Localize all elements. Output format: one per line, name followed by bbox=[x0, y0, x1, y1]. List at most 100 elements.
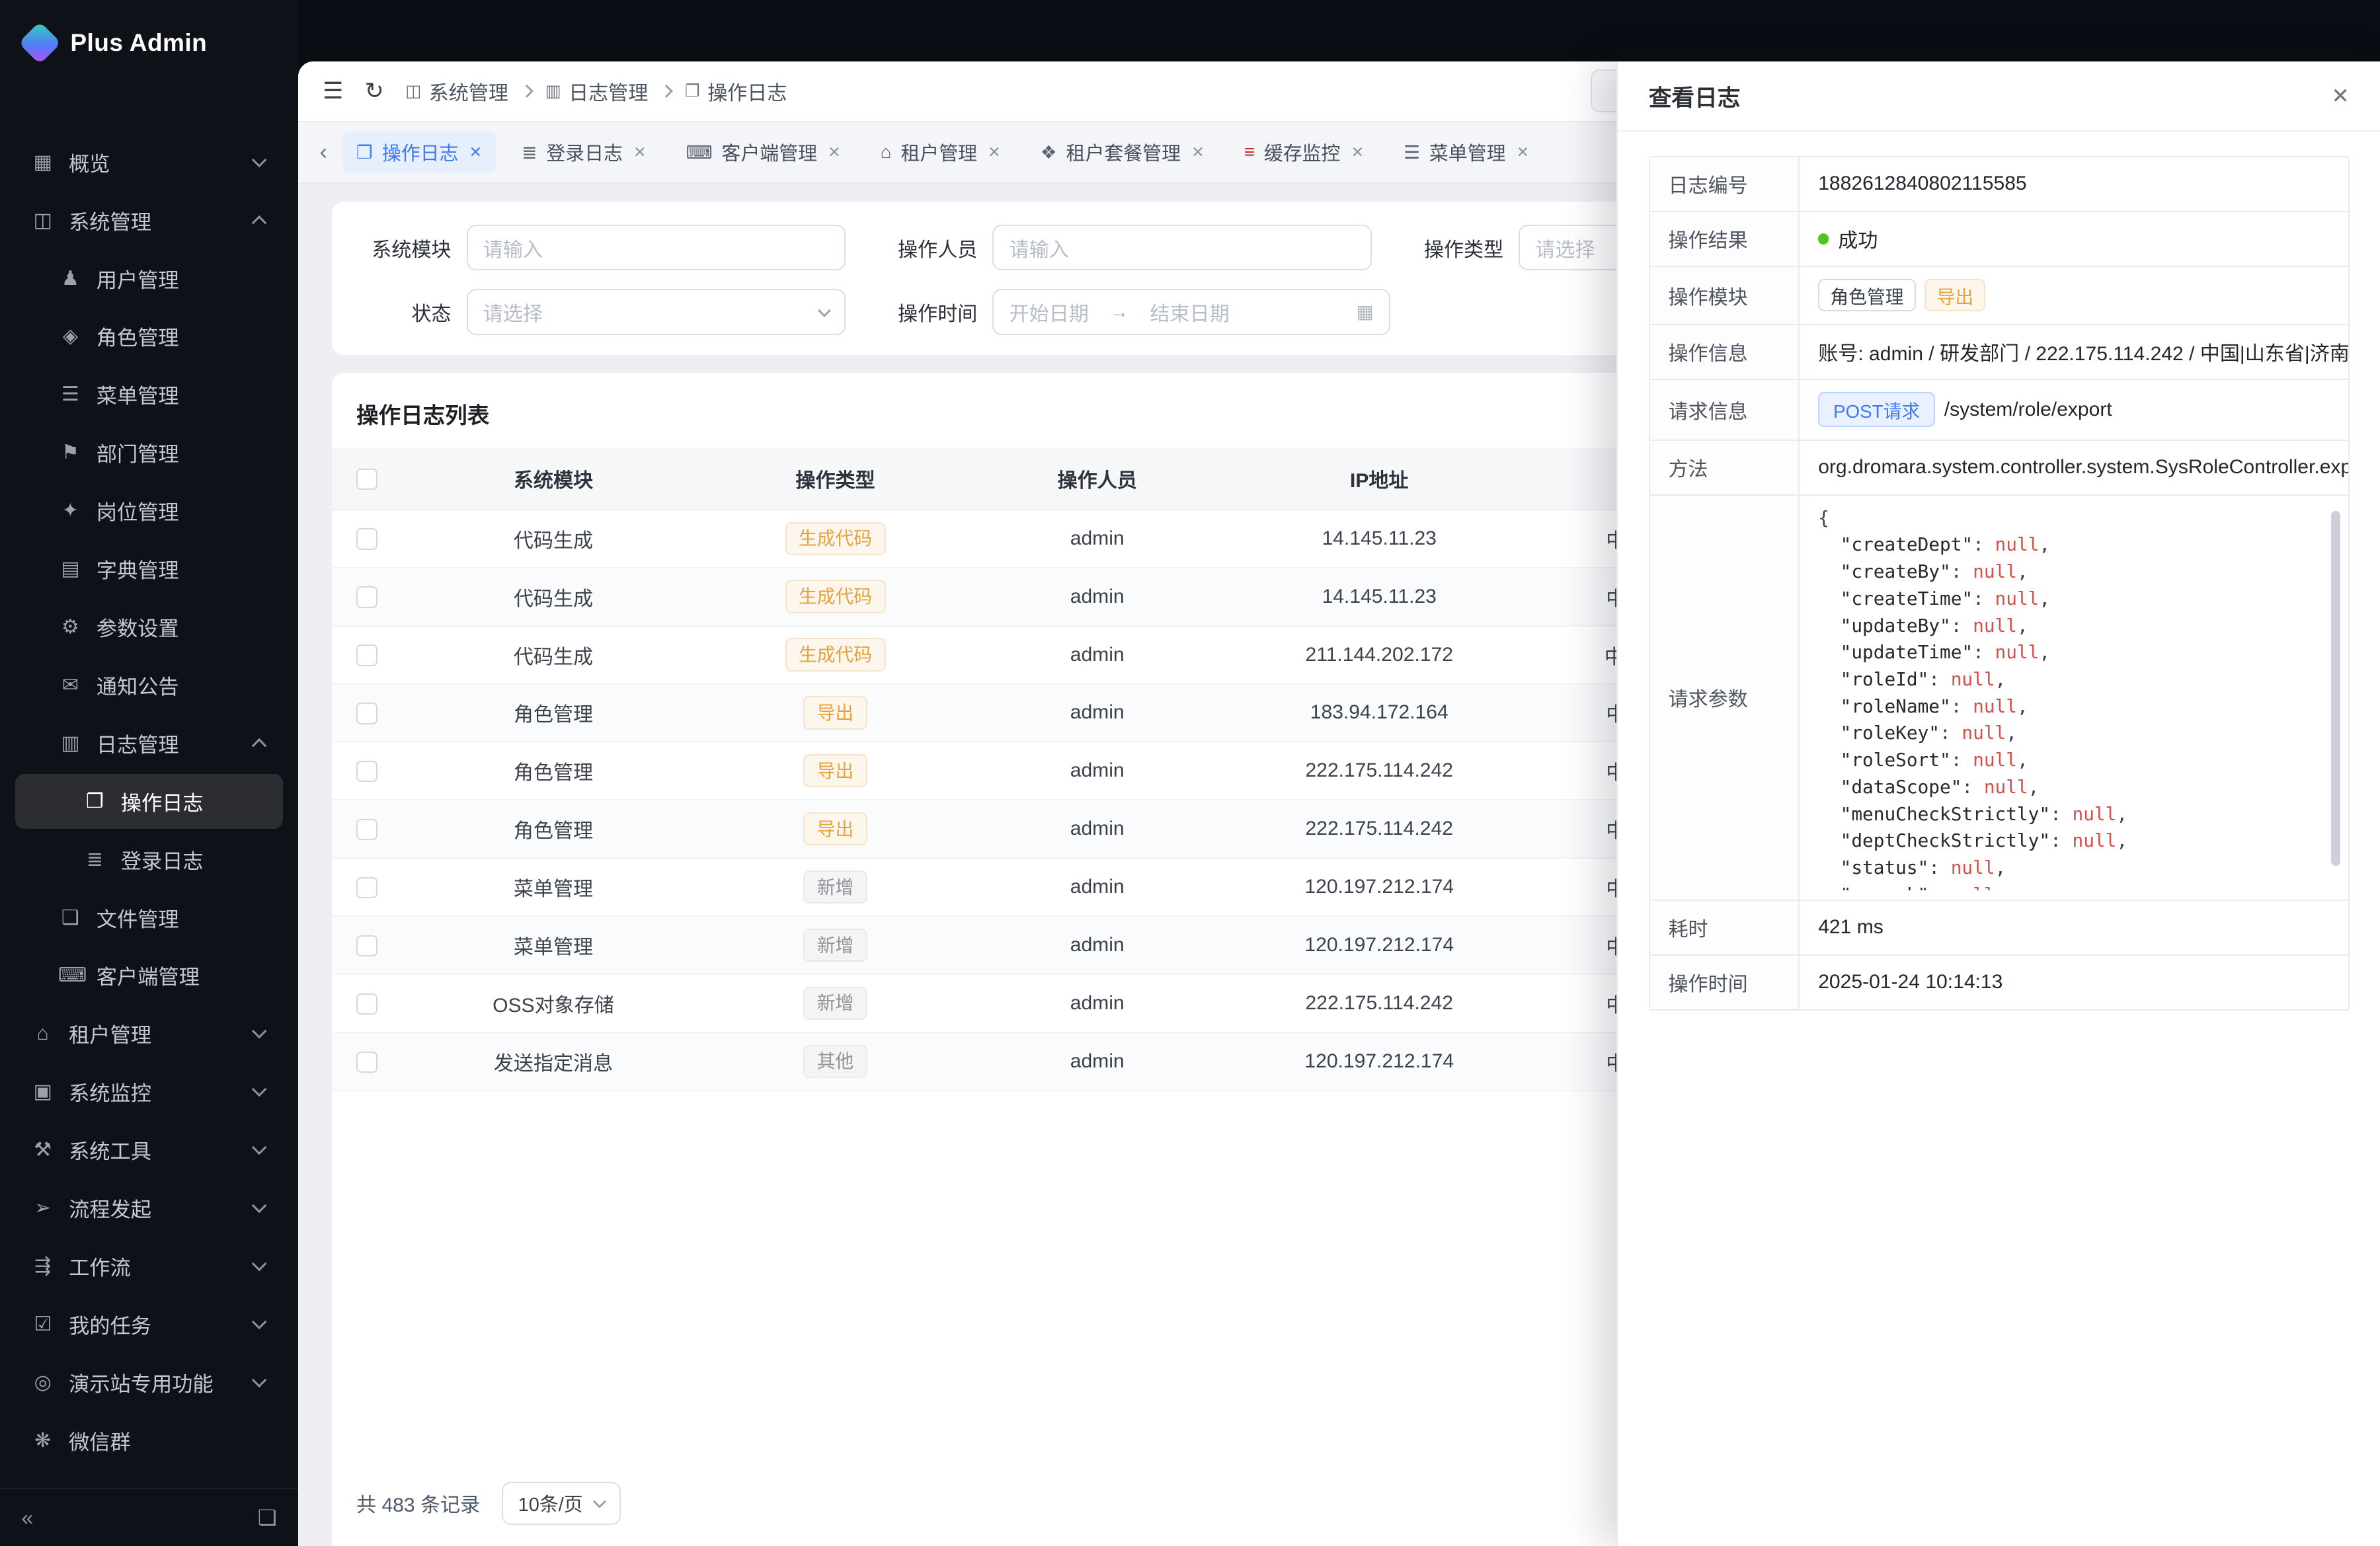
close-tab-icon[interactable]: ✕ bbox=[1351, 143, 1364, 161]
row-checkbox-cell bbox=[332, 568, 402, 626]
tab-tenant-package-management[interactable]: ❖租户套餐管理✕ bbox=[1027, 132, 1218, 173]
scrollbar-thumb[interactable] bbox=[2331, 511, 2340, 866]
chevron-down-icon bbox=[593, 1495, 606, 1508]
tabs-scroll-left-icon[interactable]: ‹ bbox=[317, 139, 331, 165]
cell-operator: admin bbox=[967, 568, 1228, 626]
column-header: 操作人员 bbox=[967, 448, 1228, 510]
tab-tenant-management[interactable]: ⌂租户管理✕ bbox=[867, 132, 1014, 173]
operation-type-label: 操作类型 bbox=[1409, 233, 1503, 262]
result-row: 操作结果 成功 bbox=[1650, 212, 2348, 267]
row-checkbox[interactable] bbox=[356, 1052, 377, 1073]
tab-menu-management[interactable]: ☰菜单管理✕ bbox=[1390, 132, 1543, 173]
sidebar-item-post-management[interactable]: ✦岗位管理 bbox=[15, 483, 283, 538]
status-select[interactable]: 请选择 bbox=[467, 289, 846, 334]
sidebar-item-menu-management[interactable]: ☰ 菜单管理 bbox=[15, 367, 283, 422]
tab-cache-monitor[interactable]: ≡缓存监控✕ bbox=[1230, 132, 1378, 173]
sidebar-item-dict-management[interactable]: ▤字典管理 bbox=[15, 541, 283, 596]
sidebar-item-notice[interactable]: ✉通知公告 bbox=[15, 658, 283, 713]
operation-time-range[interactable]: 开始日期 → 结束日期 ▦ bbox=[992, 289, 1390, 334]
tab-operation-log[interactable]: ❐操作日志✕ bbox=[342, 132, 496, 173]
sidebar-item-client-management[interactable]: ⌨客户端管理 bbox=[15, 948, 283, 1003]
sidebar-item-dept-management[interactable]: ⚑部门管理 bbox=[15, 425, 283, 480]
row-checkbox[interactable] bbox=[356, 586, 377, 607]
drawer-close-icon[interactable]: ✕ bbox=[2332, 83, 2350, 108]
system-module-input[interactable]: 请输入 bbox=[467, 225, 846, 270]
sidebar-item-overview[interactable]: ▦概览 bbox=[15, 135, 283, 190]
sidebar-item-label: 菜单管理 bbox=[97, 379, 268, 409]
close-tab-icon[interactable]: ✕ bbox=[1517, 143, 1529, 161]
collapse-sidebar-icon[interactable]: « bbox=[21, 1506, 33, 1530]
row-checkbox[interactable] bbox=[356, 935, 377, 956]
cell-system-module: OSS对象存储 bbox=[402, 974, 704, 1032]
gear-icon: ⚙ bbox=[58, 615, 83, 638]
breadcrumb-item-system-management[interactable]: ◫系统管理 bbox=[405, 77, 508, 106]
sidebar-footer: « ❏ bbox=[0, 1488, 298, 1546]
request-params-json[interactable]: { "createDept": null, "createBy": null, … bbox=[1818, 505, 2345, 890]
sidebar-item-role-management[interactable]: ◈角色管理 bbox=[15, 309, 283, 364]
user-icon: ♟ bbox=[58, 267, 83, 290]
sidebar-item-system-management[interactable]: ◫系统管理 bbox=[15, 193, 283, 248]
tab-label: 客户端管理 bbox=[722, 138, 818, 166]
row-checkbox[interactable] bbox=[356, 761, 377, 782]
close-tab-icon[interactable]: ✕ bbox=[469, 143, 482, 161]
breadcrumb-item-log-management[interactable]: ▥日志管理 bbox=[545, 77, 648, 106]
sidebar-item-log-management[interactable]: ▥日志管理 bbox=[15, 716, 283, 771]
sidebar-item-user-management[interactable]: ♟用户管理 bbox=[15, 251, 283, 305]
cell-system-module: 发送指定消息 bbox=[402, 1032, 704, 1091]
sidebar-item-process-start[interactable]: ➢流程发起 bbox=[15, 1180, 283, 1235]
sidebar-item-system-tools[interactable]: ⚒系统工具 bbox=[15, 1122, 283, 1177]
sidebar-item-demo-features[interactable]: ◎演示站专用功能 bbox=[15, 1355, 283, 1410]
close-tab-icon[interactable]: ✕ bbox=[988, 143, 1000, 161]
chevron-down-icon bbox=[252, 1140, 267, 1155]
menu-icon: ☰ bbox=[58, 383, 83, 406]
sidebar-item-system-monitor[interactable]: ▣系统监控 bbox=[15, 1064, 283, 1119]
row-checkbox[interactable] bbox=[356, 703, 377, 724]
refresh-icon[interactable]: ↻ bbox=[365, 78, 384, 104]
sidebar-item-tenant-management[interactable]: ⌂租户管理 bbox=[15, 1006, 283, 1061]
page-size-select[interactable]: 10条/页 bbox=[502, 1482, 621, 1525]
operator-input[interactable]: 请输入 bbox=[992, 225, 1372, 270]
layout-pin-icon[interactable]: ❏ bbox=[258, 1505, 277, 1530]
select-all-checkbox[interactable] bbox=[356, 469, 377, 490]
row-checkbox[interactable] bbox=[356, 644, 377, 666]
tab-login-log[interactable]: ≣登录日志✕ bbox=[508, 132, 660, 173]
sidebar-item-file-management[interactable]: ❏文件管理 bbox=[15, 890, 283, 945]
module-value: 角色管理 导出 bbox=[1800, 267, 2348, 324]
log-details: 日志编号 1882612840802115585 操作结果 成功 操作模块 角色… bbox=[1649, 156, 2350, 1011]
json-line: "roleName": null, bbox=[1818, 693, 2345, 720]
row-checkbox[interactable] bbox=[356, 819, 377, 840]
tab-client-management[interactable]: ⌨ 客户端管理 ✕ bbox=[672, 132, 855, 173]
tasks-icon: ☑ bbox=[30, 1313, 55, 1336]
status-label: 状态 bbox=[356, 297, 451, 327]
module-tag: 角色管理 bbox=[1818, 279, 1915, 311]
cell-operator: admin bbox=[967, 800, 1228, 858]
sidebar-item-login-log[interactable]: ≣登录日志 bbox=[15, 831, 283, 886]
cell-ip-address: 120.197.212.174 bbox=[1228, 916, 1530, 974]
demo-icon: ◎ bbox=[30, 1371, 55, 1394]
sidebar-item-param-settings[interactable]: ⚙参数设置 bbox=[15, 599, 283, 654]
json-key: "status" bbox=[1841, 857, 1929, 878]
breadcrumb-separator-icon bbox=[520, 85, 534, 98]
post-icon: ✦ bbox=[58, 499, 83, 522]
close-tab-icon[interactable]: ✕ bbox=[633, 143, 646, 161]
cell-operation-type: 生成代码 bbox=[705, 626, 967, 684]
hamburger-menu-icon[interactable]: ☰ bbox=[323, 78, 343, 104]
breadcrumb-item-operation-log[interactable]: ❐操作日志 bbox=[685, 77, 787, 106]
sidebar-item-wechat-group[interactable]: ❋微信群 bbox=[15, 1413, 283, 1468]
row-checkbox[interactable] bbox=[356, 877, 377, 898]
sidebar-nav: ▦概览◫系统管理♟用户管理◈角色管理 ☰ 菜单管理 ⚑部门管理✦岗位管理▤字典管理⚙参… bbox=[0, 135, 298, 1488]
sidebar-item-operation-log[interactable]: ❐操作日志 bbox=[15, 774, 283, 829]
close-tab-icon[interactable]: ✕ bbox=[1191, 143, 1204, 161]
row-checkbox[interactable] bbox=[356, 993, 377, 1015]
sidebar-item-workflow[interactable]: ⇶工作流 bbox=[15, 1239, 283, 1294]
log-id-row: 日志编号 1882612840802115585 bbox=[1650, 157, 2348, 212]
end-date-placeholder: 结束日期 bbox=[1150, 297, 1229, 327]
client-icon: ⌨ bbox=[686, 141, 713, 163]
cell-operation-type: 新增 bbox=[705, 974, 967, 1032]
row-checkbox[interactable] bbox=[356, 528, 377, 549]
cell-ip-address: 14.145.11.23 bbox=[1228, 510, 1530, 568]
close-tab-icon[interactable]: ✕ bbox=[828, 143, 840, 161]
sidebar-item-my-tasks[interactable]: ☑我的任务 bbox=[15, 1297, 283, 1352]
log-id-label: 日志编号 bbox=[1650, 157, 1800, 211]
json-null: null bbox=[2072, 830, 2116, 851]
